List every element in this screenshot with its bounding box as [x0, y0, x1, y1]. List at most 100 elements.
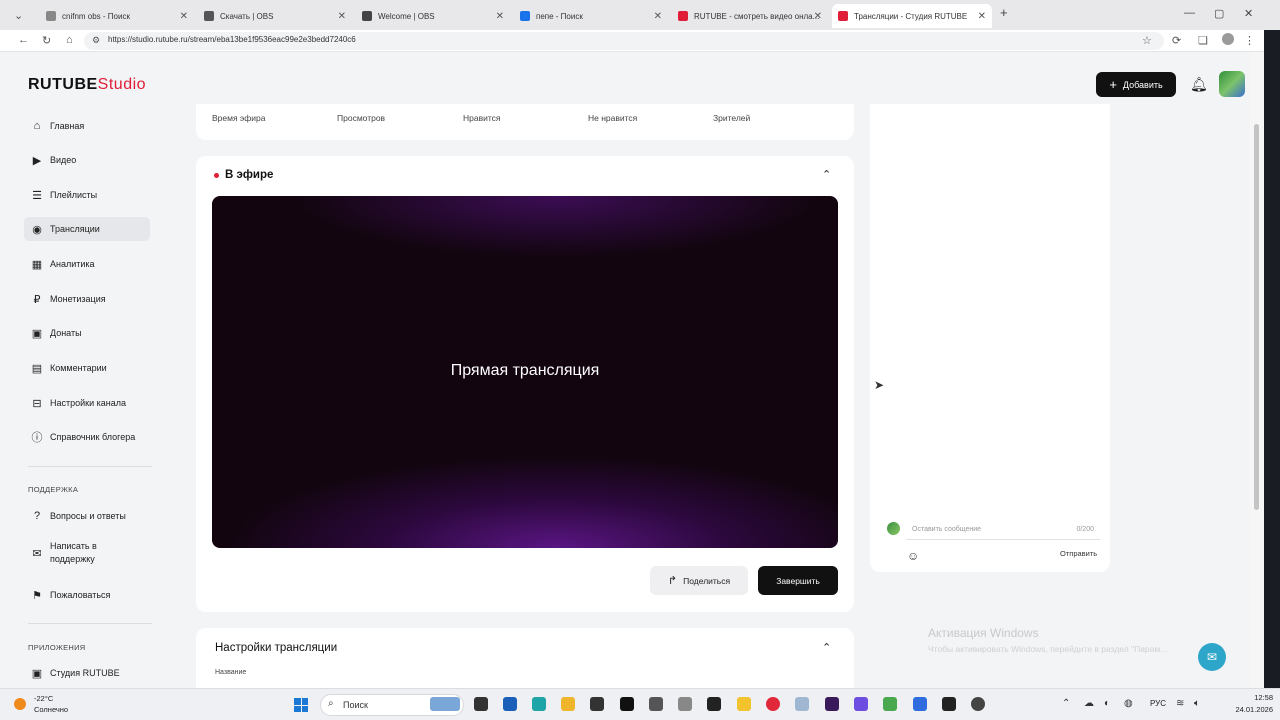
live-indicator-dot [214, 173, 219, 178]
tab-close-icon[interactable]: ✕ [180, 11, 188, 22]
browser-tab[interactable]: Трансляции - Студия RUTUBE ✕ [832, 4, 992, 28]
tab-favicon-icon [520, 11, 530, 21]
emoji-icon[interactable]: ☺ [907, 549, 919, 563]
sidebar-item-label: Трансляции [50, 224, 100, 234]
search-highlight-icon[interactable] [430, 697, 460, 711]
browser-menu-icon[interactable]: ⋮ [1244, 34, 1255, 47]
favorites-icon[interactable]: ❏ [1198, 34, 1208, 47]
edge-icon[interactable] [532, 697, 546, 711]
support-chat-icon[interactable]: ✉ [1198, 643, 1226, 671]
collapse-settings-chevron-icon[interactable]: ⌃ [822, 641, 831, 654]
app-icon-4[interactable] [678, 697, 692, 711]
cloud-app-icon[interactable] [795, 697, 809, 711]
app-icon-6[interactable] [854, 697, 868, 711]
weather-temp[interactable]: -22°C [34, 694, 53, 703]
task-view-icon[interactable] [474, 697, 488, 711]
tab-close-icon[interactable]: ✕ [338, 11, 346, 22]
windows-start-icon[interactable] [294, 698, 308, 712]
chat-char-counter: 0/200 [1076, 526, 1094, 533]
rutube-studio-logo[interactable]: RUTUBEStudio [28, 76, 146, 94]
sidebar-item-label: Донаты [50, 328, 82, 338]
obs-icon[interactable] [971, 697, 985, 711]
minimize-icon[interactable]: — [1184, 7, 1195, 19]
volume-icon[interactable]: 🔈︎ [1194, 698, 1200, 709]
sidebar-item-donate[interactable]: ▣ Донаты [24, 321, 150, 345]
clock-date[interactable]: 24.01.2026 [1210, 705, 1273, 714]
tab-close-icon[interactable]: ✕ [496, 11, 504, 22]
tray-app-icon[interactable]: ◍ [1124, 698, 1133, 709]
app-icon-3[interactable] [649, 697, 663, 711]
tab-list-chevron-icon[interactable]: ⌄ [14, 9, 23, 22]
maximize-icon[interactable]: ▢ [1214, 7, 1224, 20]
tray-chevron-icon[interactable]: ⌃ [1062, 698, 1070, 709]
chat-message-input[interactable]: Оставить сообщение 0/200 [906, 520, 1100, 540]
sidebar-item-home[interactable]: ⌂ Главная [24, 114, 150, 138]
sidebar-item-studio-app[interactable]: ▣ Студия RUTUBE [24, 661, 150, 685]
rutube-app-icon[interactable] [707, 697, 721, 711]
language-indicator[interactable]: РУС [1150, 699, 1166, 708]
side-panel-strip [1264, 30, 1280, 688]
app-icon-8[interactable] [913, 697, 927, 711]
back-icon[interactable]: ← [18, 34, 29, 46]
app-icon-1[interactable] [590, 697, 604, 711]
browser-tab[interactable]: Welcome | OBS ✕ [356, 4, 510, 28]
plus-icon: + [1109, 77, 1117, 92]
store-icon[interactable] [503, 697, 517, 711]
browser-tab[interactable]: RUTUBE - смотреть видео онла... ✕ [672, 4, 828, 28]
weather-sun-icon[interactable] [14, 698, 26, 710]
sidebar-item-mail[interactable]: ✉ Написать в поддержку [24, 536, 150, 570]
new-tab-icon[interactable]: + [1000, 5, 1008, 20]
close-window-icon[interactable]: ✕ [1244, 7, 1253, 20]
tab-close-icon[interactable]: ✕ [654, 11, 662, 22]
taskbar-search-label: Поиск [343, 700, 368, 710]
browser-tab[interactable]: Скачать | OBS ✕ [198, 4, 352, 28]
browser-tab[interactable]: cnifnm obs - Поиск ✕ [40, 4, 194, 28]
sync-icon[interactable]: ⟳ [1172, 34, 1181, 47]
add-button[interactable]: + Добавить [1096, 72, 1176, 97]
tab-close-icon[interactable]: ✕ [814, 11, 822, 22]
sidebar-divider [28, 466, 152, 467]
share-button[interactable]: ↱ Поделиться [650, 566, 748, 595]
tray-cloud-icon[interactable]: ☁ [1084, 698, 1094, 709]
clock-time[interactable]: 12:58 [1229, 693, 1273, 702]
mail-icon: ✉ [32, 547, 42, 560]
sidebar-item-settings[interactable]: ⊟ Настройки канала [24, 391, 150, 415]
media-player-icon[interactable] [942, 697, 956, 711]
tray-app-icon[interactable]: ◐ [1104, 698, 1110, 709]
wifi-icon[interactable]: ≋ [1176, 698, 1184, 709]
opera-icon[interactable] [766, 697, 780, 711]
sidebar-item-broadcast[interactable]: ◉ Трансляции [24, 217, 150, 241]
profile-icon[interactable] [1222, 33, 1234, 45]
sidebar-item-flag[interactable]: ⚑ Пожаловаться [24, 583, 150, 607]
collapse-live-chevron-icon[interactable]: ⌃ [822, 168, 831, 181]
scrollbar-thumb[interactable] [1254, 124, 1259, 510]
home-browser-icon[interactable]: ⌂ [66, 34, 73, 46]
sidebar-item-ruble[interactable]: ₽ Монетизация [24, 287, 150, 311]
yandex-icon[interactable] [737, 697, 751, 711]
sidebar-item-playlist[interactable]: ☰ Плейлисты [24, 183, 150, 207]
bookmark-star-icon[interactable]: ☆ [1142, 34, 1152, 47]
app-icon-5[interactable] [825, 697, 839, 711]
app-icon-2[interactable] [620, 697, 634, 711]
sidebar-item-comment[interactable]: ▤ Комментарии [24, 356, 150, 380]
sidebar-item-video[interactable]: ▶ Видео [24, 148, 150, 172]
page-scrollbar[interactable] [1250, 52, 1264, 688]
notifications-bell-icon[interactable]: 🔔︎ [1190, 76, 1208, 93]
app-icon-7[interactable] [883, 697, 897, 711]
explorer-icon[interactable] [561, 697, 575, 711]
tab-close-icon[interactable]: ✕ [978, 11, 986, 22]
browser-tab-label: пепе - Поиск [536, 11, 583, 21]
weather-desc[interactable]: Солнечно [34, 705, 68, 714]
sidebar-item-analytics[interactable]: ▦ Аналитика [24, 252, 150, 276]
sidebar-item-question[interactable]: ? Вопросы и ответы [24, 504, 150, 528]
reload-icon[interactable]: ↻ [42, 34, 51, 47]
video-player[interactable]: Прямая трансляция [212, 196, 838, 548]
site-info-icon[interactable]: ⚙ [92, 35, 100, 46]
avatar[interactable] [1219, 71, 1245, 97]
tab-favicon-icon [838, 11, 848, 21]
end-stream-button[interactable]: Завершить [758, 566, 838, 595]
sidebar-item-info[interactable]: ⓘ Справочник блогера [24, 425, 150, 449]
browser-tab[interactable]: пепе - Поиск ✕ [514, 4, 668, 28]
url-text[interactable]: https://studio.rutube.ru/stream/eba13be1… [108, 35, 356, 44]
send-button[interactable]: Отправить [1060, 549, 1097, 558]
